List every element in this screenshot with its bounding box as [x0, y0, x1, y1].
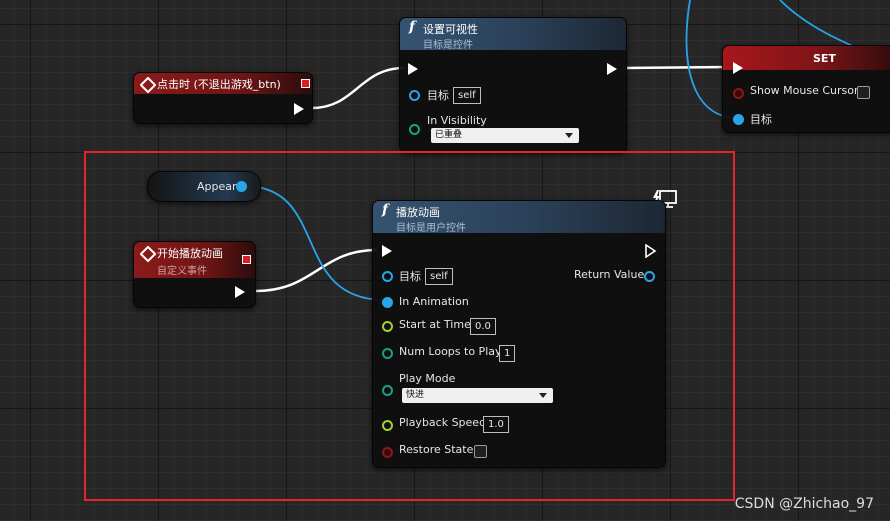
function-icon: f — [382, 202, 389, 218]
num-loops-label: Num Loops to Play — [399, 345, 502, 358]
exec-out-pin[interactable] — [294, 103, 304, 115]
show-mouse-checkbox[interactable] — [857, 86, 870, 99]
appear-variable-node[interactable]: Appear — [147, 171, 261, 202]
function-icon: f — [409, 19, 416, 35]
custom-event-node[interactable]: 开始播放动画 自定义事件 — [133, 241, 256, 308]
exec-out-pin[interactable] — [607, 63, 617, 75]
dropdown-arrow-icon — [565, 133, 573, 138]
num-loops-field[interactable]: 1 — [499, 345, 516, 362]
restore-state-checkbox[interactable] — [474, 445, 487, 458]
visibility-dropdown[interactable]: 已重叠 — [431, 128, 579, 143]
on-clicked-event-node[interactable]: 点击时 (不退出游戏_btn) — [133, 72, 313, 124]
num-loops-pin[interactable] — [382, 348, 393, 359]
target-label: 目标 — [750, 113, 772, 126]
exec-wire-visibility-to-set — [625, 65, 731, 70]
playback-speed-label: Playback Speed — [399, 416, 487, 429]
delegate-pin[interactable] — [242, 255, 251, 264]
start-time-pin[interactable] — [382, 321, 393, 332]
node-title: 点击时 (不退出游戏_btn) — [157, 78, 281, 91]
variable-label: Appear — [197, 180, 237, 193]
event-diamond-icon — [139, 245, 157, 263]
node-header: 开始播放动画 自定义事件 — [134, 242, 255, 278]
in-animation-pin[interactable] — [382, 297, 393, 308]
appear-output-pin[interactable] — [236, 181, 247, 192]
exec-out-pin[interactable] — [645, 244, 657, 258]
return-value-label: Return Value — [574, 268, 645, 281]
set-visibility-node[interactable]: f 设置可视性 目标是控件 目标 self In Visibility 已重叠 — [399, 17, 627, 153]
target-label: 目标 — [399, 270, 421, 283]
visibility-dropdown-value: 已重叠 — [435, 130, 463, 140]
dropdown-arrow-icon — [539, 393, 547, 398]
node-header: f 设置可视性 目标是控件 — [400, 18, 626, 51]
show-mouse-label: Show Mouse Cursor — [750, 84, 859, 97]
exec-in-pin[interactable] — [408, 63, 418, 75]
target-pin[interactable] — [409, 90, 420, 101]
node-title: 设置可视性 — [423, 23, 478, 36]
target-value-field[interactable]: self — [425, 268, 453, 285]
show-mouse-pin[interactable] — [733, 88, 744, 99]
in-animation-label: In Animation — [399, 295, 469, 308]
visibility-pin[interactable] — [409, 124, 420, 135]
start-time-field[interactable]: 0.0 — [470, 318, 496, 335]
target-pin[interactable] — [733, 114, 744, 125]
restore-state-label: Restore State — [399, 443, 474, 456]
play-mode-label: Play Mode — [399, 372, 456, 385]
node-subtitle: 目标是控件 — [423, 40, 473, 51]
target-value-field[interactable]: self — [453, 87, 481, 104]
restore-state-pin[interactable] — [382, 447, 393, 458]
node-subtitle: 目标是用户控件 — [396, 223, 466, 234]
play-mode-dropdown[interactable]: 快进 — [402, 388, 553, 403]
node-header: 点击时 (不退出游戏_btn) — [134, 73, 312, 94]
start-time-label: Start at Time — [399, 318, 471, 331]
exec-in-pin[interactable] — [382, 245, 392, 257]
return-value-pin[interactable] — [644, 271, 655, 282]
exec-out-pin[interactable] — [235, 286, 245, 298]
exec-in-pin[interactable] — [733, 62, 743, 74]
node-subtitle: 自定义事件 — [157, 266, 207, 277]
node-header: SET — [723, 46, 890, 70]
watermark: CSDN @Zhichao_97 — [734, 496, 874, 512]
playback-speed-pin[interactable] — [382, 420, 393, 431]
play-animation-node[interactable]: f 播放动画 目标是用户控件 目标 self Return Value In A… — [372, 200, 666, 468]
visibility-label: In Visibility — [427, 114, 487, 127]
playback-speed-field[interactable]: 1.0 — [483, 416, 509, 433]
delegate-pin[interactable] — [301, 79, 310, 88]
node-title: 开始播放动画 — [157, 247, 223, 260]
node-title: 播放动画 — [396, 206, 440, 219]
target-pin[interactable] — [382, 271, 393, 282]
play-mode-pin[interactable] — [382, 385, 393, 396]
node-header: f 播放动画 目标是用户控件 — [373, 201, 665, 234]
set-variable-node[interactable]: SET Show Mouse Cursor 目标 — [722, 45, 890, 133]
exec-wire-click-to-visibility — [311, 66, 405, 110]
event-diamond-icon — [139, 76, 157, 94]
play-mode-dropdown-value: 快进 — [406, 390, 425, 400]
node-title: SET — [813, 52, 836, 65]
target-label: 目标 — [427, 89, 449, 102]
